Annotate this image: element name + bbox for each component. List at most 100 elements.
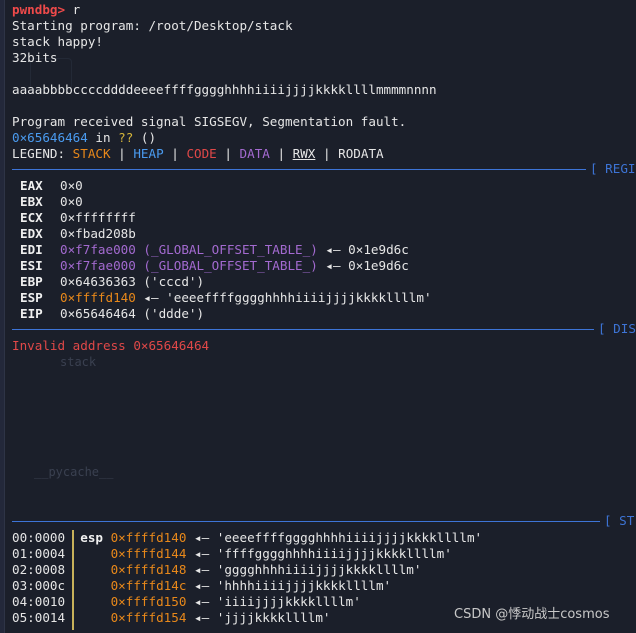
register-deref: 0×1e9d6c [348,242,409,257]
legend-stack: STACK [72,146,111,161]
stack-index: 05:0014 [12,610,66,625]
register-value: 0×64636363 [60,274,136,289]
legend-separator: | [315,146,339,161]
register-deref: 0×1e9d6c [348,258,409,273]
pwndbg-prompt: pwndbg> [12,2,66,17]
registers-separator [12,169,586,170]
stack-separator [12,521,600,522]
register-value: 0×0 [60,178,83,193]
register-value: 0×0 [60,194,83,209]
legend-heap: HEAP [133,146,164,161]
stack-value: 'iiiijjjjkkkkllllm' [216,594,361,609]
legend-separator: | [163,146,187,161]
legend-separator: | [216,146,240,161]
register-name: EDI [20,242,43,257]
stack-row: 01:0004 0×ffffd144 ◂— 'ffffgggghhhhiiiij… [12,546,452,562]
output-input: aaaabbbbccccddddeeeeffffgggghhhhiiiijjjj… [12,82,437,97]
stack-value: 'ffffgggghhhhiiiijjjjkkkkllllm' [216,546,452,561]
stack-row: 00:0000 esp 0×ffffd140 ◂— 'eeeeffffggggh… [12,530,482,546]
pc-symbol: ?? [118,130,134,145]
deref-arrow: ◂— [317,242,349,257]
legend-line: LEGEND: STACK | HEAP | CODE | DATA | RWX… [12,146,384,162]
register-string: ('cccd') [135,274,205,289]
deref-arrow: ◂— [186,594,217,609]
stack-reg-label: esp [80,530,103,545]
legend-rwx: RWX [292,146,316,161]
stack-value: 'jjjjkkkkllllm' [216,610,331,625]
stack-address: 0×ffffd140 [110,530,187,545]
stack-index: 03:000c [12,578,66,593]
register-value-line: 0×ffffd140 ◂— 'eeeeffffgggghhhhiiiijjjjk… [60,290,432,306]
pc-paren: () [133,130,157,145]
register-value: 0×fbad208b [60,226,136,241]
stack-row: 05:0014 0×ffffd154 ◂— 'jjjjkkkkllllm' [12,610,330,626]
output-happy: stack happy! [12,34,103,49]
register-deref: 'eeeeffffgggghhhhiiiijjjjkkkkllllm' [166,290,432,305]
stack-address: 0×ffffd154 [110,610,187,625]
stack-index: 00:0000 [12,530,66,545]
command-text: r [72,2,81,17]
desktop-file-label-stack: stack [60,355,97,369]
legend-data: DATA [239,146,270,161]
register-name: EBP [20,274,43,289]
register-value-line: 0×f7fae000 (_GLOBAL_OFFSET_TABLE_) ◂— 0×… [60,258,409,274]
register-value: 0×65646464 [60,306,136,321]
stack-address: 0×ffffd14c [110,578,187,593]
output-signal: Program received signal SIGSEGV, Segment… [12,114,407,129]
output-bits: 32bits [12,50,58,65]
register-value: 0×ffffd140 [60,290,136,305]
pc-in-text: in [87,130,119,145]
register-name: EDX [20,226,43,241]
pc-line: 0×65646464 in ?? () [12,130,156,146]
register-value-line: 0×f7fae000 (_GLOBAL_OFFSET_TABLE_) ◂— 0×… [60,242,409,258]
stack-row: 04:0010 0×ffffd150 ◂— 'iiiijjjjkkkkllllm… [12,594,361,610]
register-name: EBX [20,194,43,209]
deref-arrow: ◂— [186,562,217,577]
deref-arrow: ◂— [135,290,167,305]
stack-value: 'hhhhiiiijjjjkkkkllllm' [216,578,392,593]
register-symbol: (_GLOBAL_OFFSET_TABLE_) [135,258,318,273]
deref-arrow: ◂— [317,258,349,273]
legend-separator: | [269,146,293,161]
stack-address: 0×ffffd150 [110,594,187,609]
stack-address: 0×ffffd148 [110,562,187,577]
stack-value: 'gggghhhhiiiijjjjkkkkllllm' [216,562,422,577]
legend-label: LEGEND: [12,146,73,161]
stack-value: 'eeeeffffgggghhhhiiiijjjjkkkkllllm' [216,530,483,545]
stack-section-title: [ ST [604,513,635,528]
deref-arrow: ◂— [186,610,217,625]
register-name: EIP [20,306,43,321]
register-name: ECX [20,210,43,225]
stack-index: 02:0008 [12,562,66,577]
terminal-window: stack __pycache__ pwndbg> r Starting pro… [0,0,636,633]
legend-rodata: RODATA [338,146,384,161]
register-value: 0×f7fae000 [60,258,136,273]
output-starting: Starting program: /root/Desktop/stack [12,18,293,33]
register-string: ('ddde') [135,306,205,321]
register-value-line: 0×65646464 ('ddde') [60,306,204,322]
legend-separator: | [110,146,134,161]
watermark-text: CSDN @悸动战士cosmos [454,607,610,622]
desktop-folder-label-pycache: __pycache__ [34,465,114,479]
register-name: EAX [20,178,43,193]
register-name: ESP [20,290,43,305]
register-symbol: (_GLOBAL_OFFSET_TABLE_) [135,242,318,257]
deref-arrow: ◂— [186,530,217,545]
register-value-line: 0×64636363 ('cccd') [60,274,204,290]
deref-arrow: ◂— [186,546,217,561]
disasm-error: Invalid address 0×65646464 [12,338,210,353]
register-name: ESI [20,258,43,273]
stack-index: 04:0010 [12,594,66,609]
prompt-line: pwndbg> r [12,2,80,18]
register-value: 0×ffffffff [60,210,136,225]
register-value: 0×f7fae000 [60,242,136,257]
registers-section-title: [ REGI [590,161,636,176]
stack-row: 02:0008 0×ffffd148 ◂— 'gggghhhhiiiijjjjk… [12,562,421,578]
stack-index: 01:0004 [12,546,66,561]
stack-address: 0×ffffd144 [110,546,187,561]
terminal-scroll-gutter[interactable] [0,0,5,633]
disasm-section-title: [ DIS [598,321,636,336]
deref-arrow: ◂— [186,578,217,593]
disasm-separator [12,329,594,330]
stack-row: 03:000c 0×ffffd14c ◂— 'hhhhiiiijjjjkkkkl… [12,578,391,594]
